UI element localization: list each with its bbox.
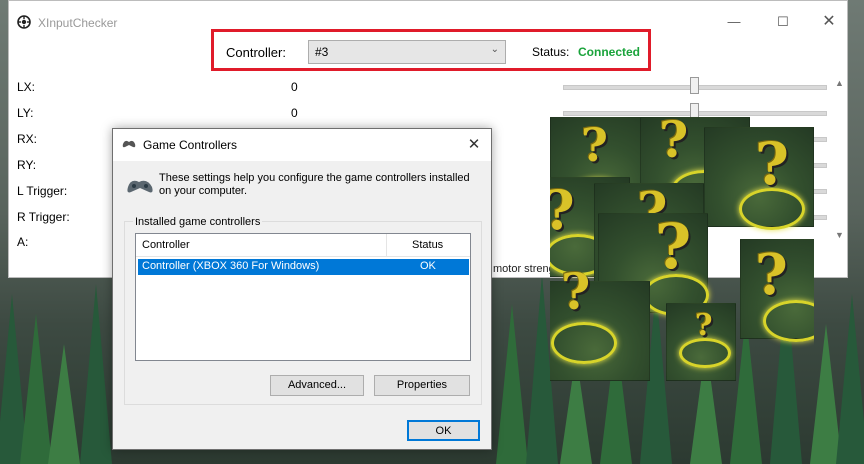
maximize-button[interactable]: ☐	[768, 11, 798, 33]
controller-selection-highlight: Controller: #3 ⌄ Status: Connected	[211, 29, 651, 71]
axis-label-lx: LX:	[17, 80, 36, 94]
advanced-button[interactable]: Advanced...	[270, 375, 364, 396]
app-icon	[17, 15, 31, 29]
axis-label-ly: LY:	[17, 106, 34, 120]
question-mark-icon: ?	[550, 178, 575, 242]
controller-list[interactable]: Controller Status Controller (XBOX 360 F…	[135, 233, 471, 361]
question-mark-icon: ?	[755, 130, 789, 198]
column-separator	[386, 234, 387, 256]
list-header: Controller Status	[136, 234, 470, 257]
column-status[interactable]: Status	[412, 239, 443, 251]
axis-label-a: A:	[17, 235, 29, 249]
dialog-title: Game Controllers	[143, 138, 238, 152]
question-mark-collage: ? ? ? ? ? ? ? ? ?	[550, 117, 814, 381]
gamepad-icon	[127, 180, 153, 193]
slider-thumb-lx[interactable]	[690, 77, 699, 94]
question-mark-icon: ?	[581, 118, 608, 172]
chevron-down-icon: ⌄	[490, 44, 499, 55]
question-mark-icon: ?	[561, 262, 591, 321]
dialog-close-button[interactable]: ✕	[461, 134, 487, 156]
dialog-titlebar[interactable]: Game Controllers ✕	[113, 129, 491, 161]
question-mark-icon: ?	[659, 117, 689, 169]
controller-status: OK	[420, 260, 436, 272]
minimize-button[interactable]: —	[719, 11, 749, 33]
status-label: Status:	[532, 45, 570, 59]
axis-label-r-trigger: R Trigger:	[17, 210, 70, 224]
column-controller[interactable]: Controller	[142, 239, 190, 251]
controller-label: Controller:	[226, 45, 286, 60]
question-mark-icon: ?	[655, 210, 692, 283]
controller-select-value: #3	[315, 45, 329, 59]
motor-strength-label: motor streng	[493, 263, 555, 275]
controller-select[interactable]: #3 ⌄	[308, 40, 506, 64]
ok-button[interactable]: OK	[407, 420, 480, 441]
close-button[interactable]: ✕	[814, 11, 844, 33]
list-item[interactable]: Controller (XBOX 360 For Windows) OK	[138, 259, 469, 275]
game-controllers-dialog: Game Controllers ✕ These settings help y…	[112, 128, 492, 450]
scroll-down-arrow[interactable]: ▼	[835, 230, 844, 240]
axis-label-rx: RX:	[17, 132, 38, 146]
status-value: Connected	[578, 45, 641, 59]
controller-name: Controller (XBOX 360 For Windows)	[142, 260, 320, 272]
gamepad-icon	[122, 140, 136, 148]
axis-label-ry: RY:	[17, 158, 37, 172]
question-mark-icon: ?	[755, 242, 788, 308]
window-title: XInputChecker	[38, 16, 118, 30]
dialog-info-text: These settings help you configure the ga…	[159, 172, 470, 197]
group-label: Installed game controllers	[133, 216, 263, 228]
axis-label-l-trigger: L Trigger:	[17, 184, 68, 198]
question-mark-icon: ?	[695, 308, 713, 343]
properties-button[interactable]: Properties	[374, 375, 470, 396]
axis-value-lx: 0	[291, 80, 298, 94]
axis-value-ly: 0	[291, 106, 298, 120]
scroll-up-arrow[interactable]: ▲	[835, 78, 844, 88]
